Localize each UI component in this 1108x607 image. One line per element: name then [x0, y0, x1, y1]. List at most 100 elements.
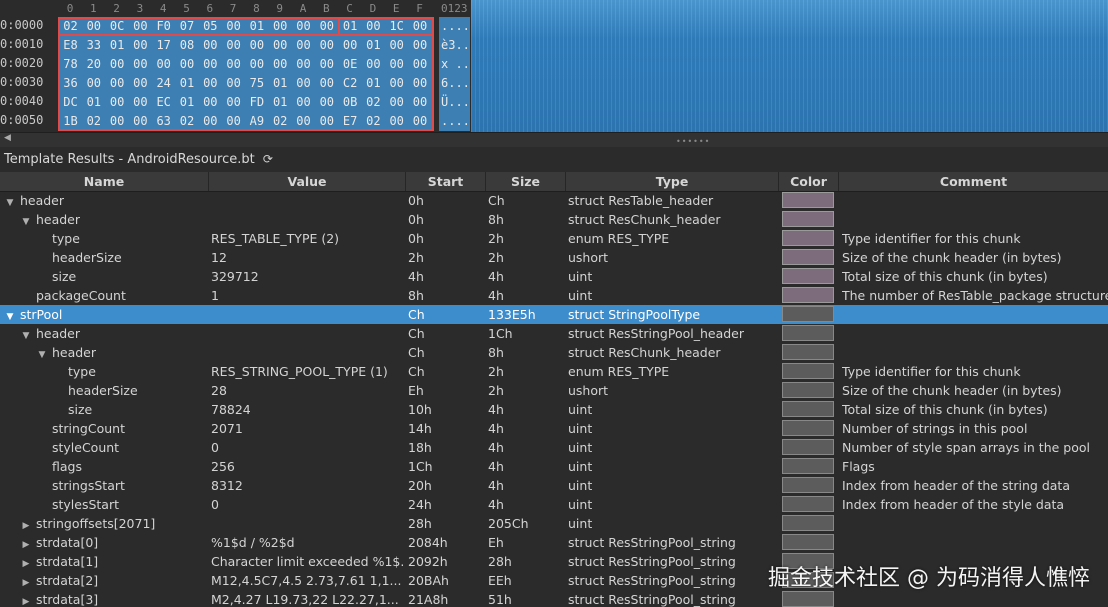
color-swatch[interactable]	[782, 268, 834, 284]
hex-byte[interactable]: 00	[269, 55, 292, 73]
tree-row-color[interactable]	[782, 248, 835, 267]
hex-byte[interactable]: 00	[152, 55, 175, 73]
hex-byte[interactable]: 00	[106, 112, 129, 130]
hex-byte[interactable]: 00	[315, 55, 338, 73]
hex-byte[interactable]: 00	[245, 55, 268, 73]
hex-byte[interactable]: 00	[129, 55, 152, 73]
tree-row-color[interactable]	[782, 362, 835, 381]
hex-byte[interactable]: 00	[106, 55, 129, 73]
ascii-row[interactable]: è3..	[441, 36, 470, 54]
tree-row[interactable]: styleCount 0 18h 4h uint Number of style span…	[0, 438, 1108, 457]
hex-byte[interactable]: 00	[292, 17, 315, 35]
tree-row[interactable]: size 329712 4h 4h uint Total size of this chu…	[0, 267, 1108, 286]
tree-row[interactable]: stylesStart 0 24h 4h uint Index from header o…	[0, 495, 1108, 514]
tree-row[interactable]: headerSize 28 Eh 2h ushort Size of the chunk …	[0, 381, 1108, 400]
chevron-down-icon[interactable]: ▼	[4, 194, 16, 210]
hex-byte[interactable]: 00	[409, 112, 432, 130]
tree-row-color[interactable]	[782, 590, 835, 607]
hex-byte[interactable]: 00	[129, 93, 152, 111]
hex-byte[interactable]: 00	[269, 17, 292, 35]
tree-row-color[interactable]	[782, 514, 835, 533]
hex-byte[interactable]: 00	[409, 74, 432, 92]
chevron-down-icon[interactable]: ▼	[20, 213, 32, 229]
hex-byte[interactable]: 00	[292, 74, 315, 92]
hex-byte[interactable]: 00	[222, 17, 245, 35]
hex-byte[interactable]: 00	[409, 17, 432, 35]
hex-byte[interactable]: 00	[82, 74, 105, 92]
tree-row[interactable]: ▼ strPool Ch 133E5h struct StringPoolType	[0, 305, 1108, 324]
hex-byte[interactable]: 00	[409, 36, 432, 54]
tree-row[interactable]: stringCount 2071 14h 4h uint Number of string…	[0, 419, 1108, 438]
hex-byte[interactable]: 00	[292, 36, 315, 54]
hex-byte[interactable]: 00	[315, 93, 338, 111]
scroll-left-icon[interactable]: ◀	[4, 133, 11, 143]
hex-byte[interactable]: 00	[199, 93, 222, 111]
tree-row-color[interactable]	[782, 400, 835, 419]
color-swatch[interactable]	[782, 363, 834, 379]
hex-byte[interactable]: 00	[362, 55, 385, 73]
hex-byte[interactable]: 02	[362, 112, 385, 130]
tree-row-color[interactable]	[782, 229, 835, 248]
tree-row-color[interactable]	[782, 438, 835, 457]
hex-byte[interactable]: 00	[199, 36, 222, 54]
tree-row-color[interactable]	[782, 324, 835, 343]
hex-byte[interactable]: 00	[106, 74, 129, 92]
hex-byte[interactable]: 0B	[339, 93, 362, 111]
tree-row[interactable]: ▶ strdata[0] %1$d / %2$d 2084h Eh struct Res…	[0, 533, 1108, 552]
tree-row[interactable]: stringsStart 8312 20h 4h uint Index from head…	[0, 476, 1108, 495]
chevron-right-icon[interactable]: ▶	[20, 593, 32, 607]
chevron-down-icon[interactable]: ▼	[4, 308, 16, 324]
hex-byte[interactable]: 00	[315, 112, 338, 130]
hex-byte[interactable]: 00	[315, 17, 338, 35]
color-swatch[interactable]	[782, 211, 834, 227]
hex-byte[interactable]: 00	[385, 55, 408, 73]
hex-byte[interactable]: 75	[245, 74, 268, 92]
hex-byte[interactable]: 00	[222, 36, 245, 54]
hex-byte[interactable]: 0C	[106, 17, 129, 35]
hex-byte[interactable]: 00	[106, 93, 129, 111]
hex-byte[interactable]: 00	[129, 36, 152, 54]
hex-byte[interactable]: 00	[385, 74, 408, 92]
ascii-row[interactable]: ....	[441, 17, 470, 35]
tree-row-color[interactable]	[782, 495, 835, 514]
tree-row[interactable]: ▼ header 0h 8h struct ResChunk_header	[0, 210, 1108, 229]
tree-row[interactable]: packageCount 1 8h 4h uint The number of ResTa…	[0, 286, 1108, 305]
hex-byte[interactable]: 08	[176, 36, 199, 54]
hex-byte[interactable]: 00	[222, 93, 245, 111]
hex-byte[interactable]: 63	[152, 112, 175, 130]
chevron-down-icon[interactable]: ▼	[20, 327, 32, 343]
hex-byte[interactable]: 01	[176, 93, 199, 111]
chevron-right-icon[interactable]: ▶	[20, 574, 32, 590]
tree-row[interactable]: ▶ strdata[3] M2,4.27 L19.73,22 L22.27,1..…	[0, 590, 1108, 607]
tree-row[interactable]: type RES_STRING_POOL_TYPE (1) Ch 2h enum RES…	[0, 362, 1108, 381]
hex-byte[interactable]: 00	[82, 17, 105, 35]
hex-byte[interactable]: 00	[129, 112, 152, 130]
hex-byte[interactable]: FD	[245, 93, 268, 111]
hex-byte[interactable]: 36	[59, 74, 82, 92]
color-swatch[interactable]	[782, 344, 834, 360]
template-column-header[interactable]: Name Value Start Size Type Color Comment	[0, 172, 1108, 192]
tree-row[interactable]: headerSize 12 2h 2h ushort Size of the chunk …	[0, 248, 1108, 267]
hex-byte[interactable]: 01	[82, 93, 105, 111]
hex-byte[interactable]: 00	[339, 36, 362, 54]
hex-byte[interactable]: 01	[106, 36, 129, 54]
color-swatch[interactable]	[782, 496, 834, 512]
hex-byte[interactable]: 00	[199, 55, 222, 73]
tree-row[interactable]: ▼ header 0h Ch struct ResTable_header	[0, 191, 1108, 210]
color-swatch[interactable]	[782, 325, 834, 341]
hex-byte[interactable]: 01	[269, 74, 292, 92]
color-swatch[interactable]	[782, 382, 834, 398]
tree-row-color[interactable]	[782, 533, 835, 552]
col-size[interactable]: Size	[486, 172, 566, 191]
template-results-tree[interactable]: ▼ header 0h Ch struct ResTable_header ▼ head…	[0, 191, 1108, 607]
hex-byte[interactable]: 02	[176, 112, 199, 130]
ascii-row[interactable]: Ü...	[441, 93, 470, 111]
hex-byte[interactable]: E7	[339, 112, 362, 130]
hex-byte[interactable]: 02	[269, 112, 292, 130]
hex-byte[interactable]: DC	[59, 93, 82, 111]
color-swatch[interactable]	[782, 287, 834, 303]
hex-byte[interactable]: 00	[315, 74, 338, 92]
hex-byte[interactable]: 07	[176, 17, 199, 35]
hex-byte[interactable]: 02	[82, 112, 105, 130]
hex-byte[interactable]: 01	[176, 74, 199, 92]
